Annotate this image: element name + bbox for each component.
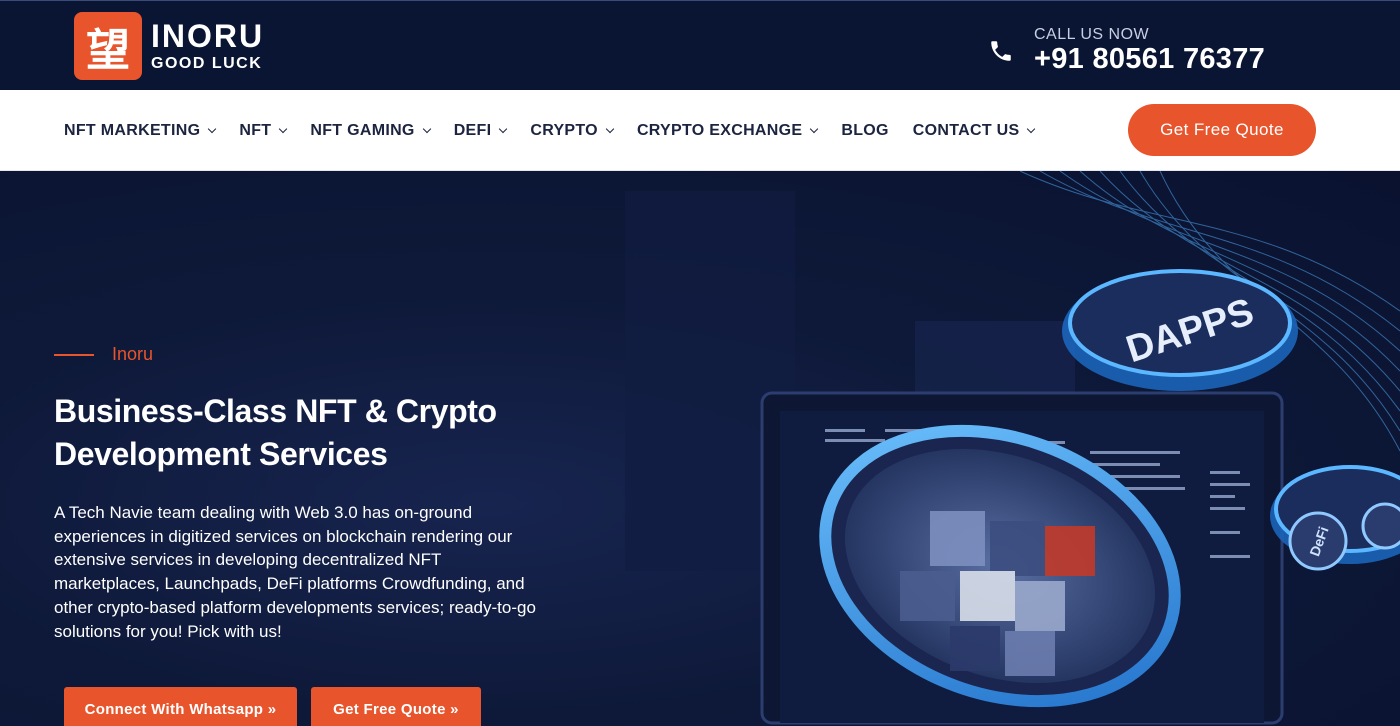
chevron-down-icon: [605, 124, 615, 133]
nav-item-crypto-exchange[interactable]: CRYPTO EXCHANGE: [636, 121, 819, 140]
nav-item-label: DEFI: [453, 121, 492, 139]
hero-eyebrow: Inoru: [54, 344, 153, 365]
nav-item-nft-gaming[interactable]: NFT GAMING: [310, 121, 431, 140]
site-logo[interactable]: 望 INORU GOOD LUCK: [74, 12, 264, 80]
nav-item-label: NFT MARKETING: [64, 121, 201, 139]
logo-wordmark: INORU GOOD LUCK: [151, 20, 264, 72]
hero-get-quote-button[interactable]: Get Free Quote »: [311, 687, 481, 726]
call-label: CALL US NOW: [1034, 26, 1150, 43]
nav-item-defi[interactable]: DEFI: [453, 121, 508, 140]
nav-item-label: NFT: [239, 121, 272, 139]
hero-title: Business-Class NFT & Crypto Development …: [54, 393, 497, 472]
eyebrow-line: [54, 353, 94, 356]
connect-whatsapp-button[interactable]: Connect With Whatsapp »: [64, 687, 297, 726]
logo-mark: 望: [74, 12, 142, 80]
nav-item-label: NFT GAMING: [310, 121, 415, 139]
chevron-down-icon: [810, 124, 819, 133]
chevron-down-icon: [279, 124, 288, 133]
nav-item-nft[interactable]: NFT: [239, 121, 288, 140]
nav-item-nft-marketing[interactable]: NFT MARKETING: [64, 121, 217, 140]
eyebrow-text: Inoru: [112, 344, 154, 364]
chevron-down-icon: [499, 124, 508, 133]
top-header-bar: 望 INORU GOOD LUCK CALL US NOW +91 80561 …: [0, 0, 1400, 90]
logo-name: INORU: [151, 18, 265, 54]
nav-menu: NFT MARKETING NFT NFT GAMING DEFI CRYPTO CRYP…: [64, 90, 1058, 171]
hero-section: DAPPS DeFi Inoru Business-Class NFT & Cr…: [0, 171, 1400, 726]
nav-item-contact-us[interactable]: CONTACT US: [912, 121, 1036, 140]
nav-item-label: CONTACT US: [912, 121, 1020, 139]
chevron-down-icon: [1027, 124, 1036, 133]
nav-item-label: CRYPTO EXCHANGE: [636, 121, 803, 139]
nav-item-blog[interactable]: BLOG: [841, 122, 888, 140]
nav-item-crypto[interactable]: CRYPTO: [530, 121, 615, 140]
logo-tagline: GOOD LUCK: [151, 55, 263, 72]
nav-item-label: CRYPTO: [530, 121, 598, 139]
call-number[interactable]: +91 80561 76377: [1034, 45, 1265, 74]
phone-icon: [991, 40, 1011, 61]
call-us-block[interactable]: CALL US NOW +91 80561 76377: [988, 27, 1265, 74]
hero-description: A Tech Navie team dealing with Web 3.0 h…: [54, 503, 536, 641]
chevron-down-icon: [208, 124, 217, 133]
nav-item-label: BLOG: [841, 121, 889, 139]
chevron-down-icon: [422, 124, 431, 133]
get-free-quote-button[interactable]: Get Free Quote: [1128, 104, 1316, 156]
